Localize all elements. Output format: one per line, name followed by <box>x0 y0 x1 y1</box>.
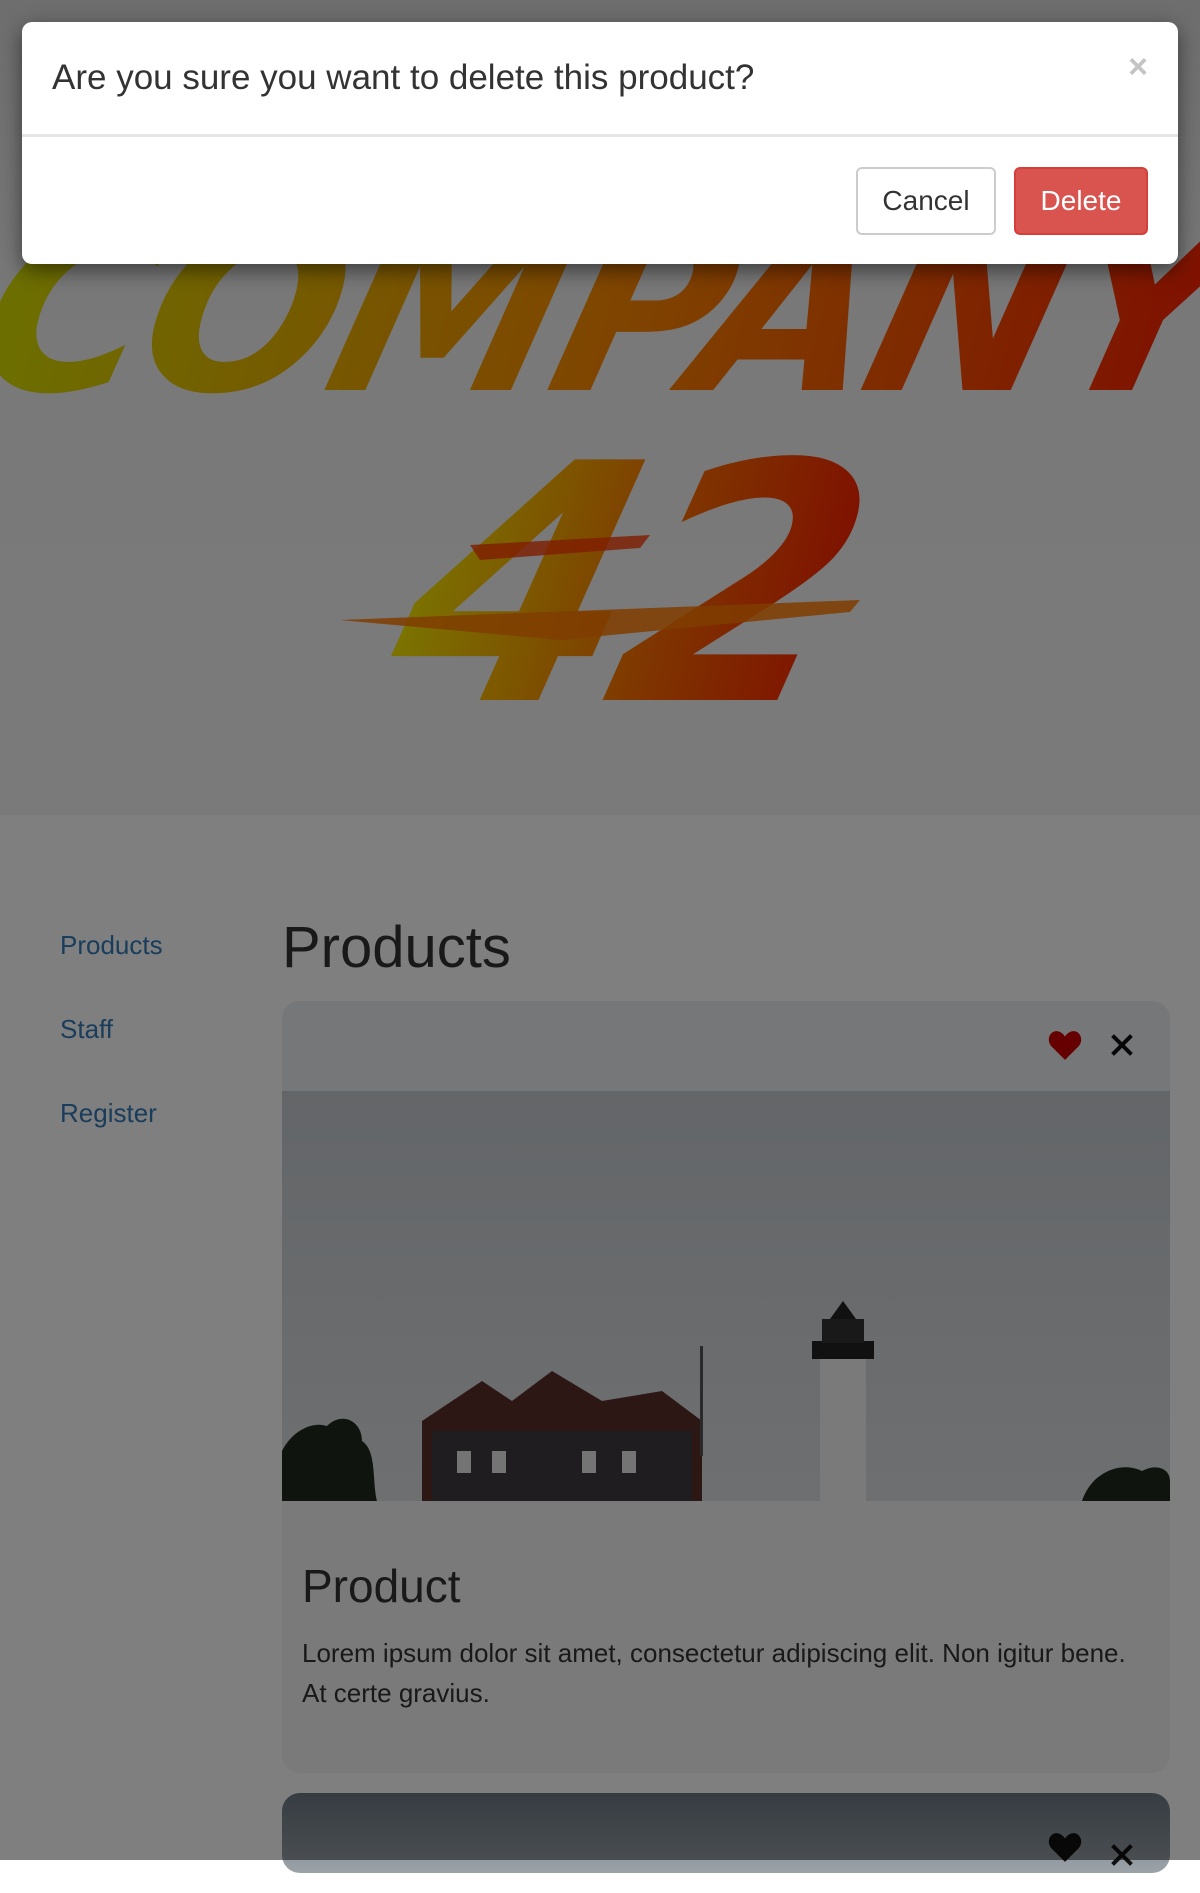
modal-header: Are you sure you want to delete this pro… <box>22 22 1178 137</box>
close-icon[interactable]: × <box>1128 50 1148 84</box>
modal-footer: Cancel Delete <box>22 137 1178 264</box>
modal-backdrop[interactable] <box>0 0 1200 1860</box>
delete-button[interactable]: Delete <box>1014 167 1148 235</box>
modal-title: Are you sure you want to delete this pro… <box>52 58 755 97</box>
delete-confirm-modal: Are you sure you want to delete this pro… <box>22 22 1178 264</box>
page: COMPANY 42 Products Staff Register Produ… <box>0 0 1200 1873</box>
cancel-button[interactable]: Cancel <box>856 167 996 235</box>
